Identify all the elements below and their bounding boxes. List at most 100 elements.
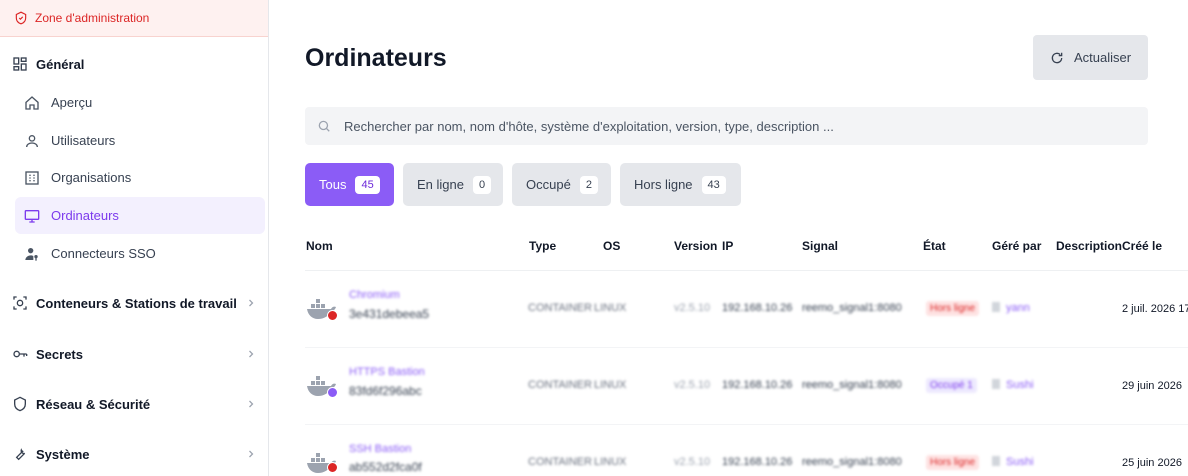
- os-cell: LINUX: [594, 302, 627, 314]
- sidebar-item-utilisateurs[interactable]: Utilisateurs: [15, 122, 265, 159]
- building-icon: [25, 170, 39, 185]
- filter-en-ligne[interactable]: En ligne 0: [403, 163, 503, 206]
- dashboard-icon: [13, 57, 27, 71]
- refresh-icon: [1051, 52, 1063, 63]
- owner-name: yann: [1006, 302, 1030, 314]
- key-icon: [13, 350, 28, 358]
- monitor-icon: [24, 209, 40, 223]
- container-icon: [13, 296, 27, 310]
- owner-name: Sushi: [1006, 456, 1034, 468]
- sidebar-item-label: Connecteurs SSO: [51, 246, 156, 261]
- column-header-version[interactable]: Version: [674, 239, 717, 253]
- computer-id: 3e431debeea5: [349, 307, 430, 321]
- shield-check-icon: [15, 11, 27, 25]
- chevron-right-icon: [249, 350, 254, 358]
- sidebar-item-apercu[interactable]: Aperçu: [15, 84, 265, 121]
- status-dot: [327, 387, 338, 398]
- sidebar: Zone d'administration Général Aperçu Uti…: [0, 0, 269, 476]
- row-divider: [305, 347, 1188, 348]
- status-dot: [327, 462, 338, 473]
- sidebar-item-connecteurs-sso[interactable]: Connecteurs SSO: [15, 235, 265, 272]
- filter-tous[interactable]: Tous 45: [305, 163, 394, 206]
- section-general-label: Général: [36, 56, 85, 72]
- ip-cell: 192.168.10.26: [722, 302, 793, 314]
- status-dot: [327, 310, 338, 321]
- filter-label: Hors ligne: [634, 177, 693, 192]
- filter-label: En ligne: [417, 177, 464, 192]
- page-title: Ordinateurs: [305, 44, 447, 72]
- computer-name[interactable]: HTTPS Bastion: [349, 366, 425, 378]
- group-label: Réseau & Sécurité: [36, 396, 151, 412]
- created-date: 29 juin 2026: [1122, 380, 1182, 392]
- refresh-button[interactable]: Actualiser: [1033, 35, 1148, 80]
- sidebar-item-label: Aperçu: [51, 95, 93, 110]
- os-cell: LINUX: [594, 379, 627, 391]
- owner-cell: Sushi: [992, 379, 1034, 391]
- created-date: 2 juil. 2026 17:: [1122, 303, 1188, 315]
- computer-name[interactable]: Chromium: [349, 289, 400, 301]
- group-label: Système: [36, 446, 90, 462]
- column-header-signal[interactable]: Signal: [802, 239, 838, 253]
- filter-occupe[interactable]: Occupé 2: [512, 163, 611, 206]
- main-content: Ordinateurs Actualiser Tous 45 En ligne …: [270, 0, 1188, 476]
- search-icon: [318, 120, 330, 132]
- group-reseau-securite[interactable]: Réseau & Sécurité: [12, 396, 257, 412]
- type-cell: CONTAINER: [528, 379, 592, 391]
- sidebar-item-label: Ordinateurs: [51, 208, 119, 223]
- chevron-right-icon: [249, 299, 254, 307]
- sidebar-item-label: Organisations: [51, 170, 132, 185]
- created-date: 25 juin 2026: [1122, 457, 1182, 469]
- column-header-description[interactable]: Description: [1056, 239, 1122, 253]
- filter-count: 45: [355, 175, 380, 194]
- row-divider: [305, 424, 1188, 425]
- search-input[interactable]: [344, 118, 1124, 134]
- owner-cell: yann: [992, 302, 1030, 314]
- column-header-os[interactable]: OS: [603, 239, 620, 253]
- user-square-icon: [992, 456, 1000, 466]
- column-header-type[interactable]: Type: [529, 239, 556, 253]
- version-cell: v2.5.10: [674, 379, 711, 391]
- chevron-right-icon: [249, 450, 254, 458]
- ip-cell: 192.168.10.26: [722, 379, 793, 391]
- chevron-right-icon: [249, 400, 254, 408]
- owner-cell: Sushi: [992, 456, 1034, 468]
- version-cell: v2.5.10: [674, 456, 711, 468]
- filter-count: 43: [701, 175, 726, 194]
- type-cell: CONTAINER: [528, 302, 592, 314]
- filter-count: 2: [579, 175, 598, 194]
- filter-label: Occupé: [526, 177, 571, 192]
- user-square-icon: [992, 302, 1000, 312]
- user-key-icon: [25, 247, 38, 261]
- computer-name[interactable]: SSH Bastion: [349, 443, 411, 455]
- sidebar-item-organisations[interactable]: Organisations: [15, 159, 265, 196]
- version-cell: v2.5.10: [674, 302, 711, 314]
- column-header-cree-le[interactable]: Créé le: [1122, 239, 1162, 253]
- shield-icon: [14, 396, 26, 412]
- home-icon: [25, 95, 39, 110]
- status-badge: Hors ligne: [926, 301, 980, 316]
- wrench-icon: [15, 448, 26, 461]
- column-header-gere-par[interactable]: Géré par: [992, 239, 1041, 253]
- column-header-ip[interactable]: IP: [722, 239, 733, 253]
- filter-count: 0: [472, 175, 492, 194]
- group-conteneurs[interactable]: Conteneurs & Stations de travail: [12, 295, 257, 311]
- status-badge: Occupé 1: [926, 378, 977, 393]
- status-badge: Hors ligne: [926, 455, 980, 470]
- column-header-nom[interactable]: Nom: [306, 239, 333, 253]
- group-label: Secrets: [36, 346, 83, 362]
- column-header-etat[interactable]: État: [923, 239, 946, 253]
- signal-cell: reemo_signal1:8080: [802, 302, 902, 314]
- sidebar-item-label: Utilisateurs: [51, 133, 116, 148]
- computer-id: 83fd6f296abc: [349, 384, 422, 398]
- refresh-label: Actualiser: [1073, 50, 1132, 65]
- search-bar[interactable]: [305, 107, 1148, 145]
- filter-hors-ligne[interactable]: Hors ligne 43: [620, 163, 741, 206]
- table-header-divider: [305, 270, 1188, 271]
- sidebar-item-ordinateurs[interactable]: Ordinateurs: [15, 197, 265, 234]
- group-secrets[interactable]: Secrets: [12, 346, 257, 362]
- type-cell: CONTAINER: [528, 456, 592, 468]
- admin-zone-label: Zone d'administration: [35, 11, 150, 25]
- group-systeme[interactable]: Système: [12, 446, 257, 462]
- section-general: Général: [12, 56, 84, 72]
- owner-name: Sushi: [1006, 379, 1034, 391]
